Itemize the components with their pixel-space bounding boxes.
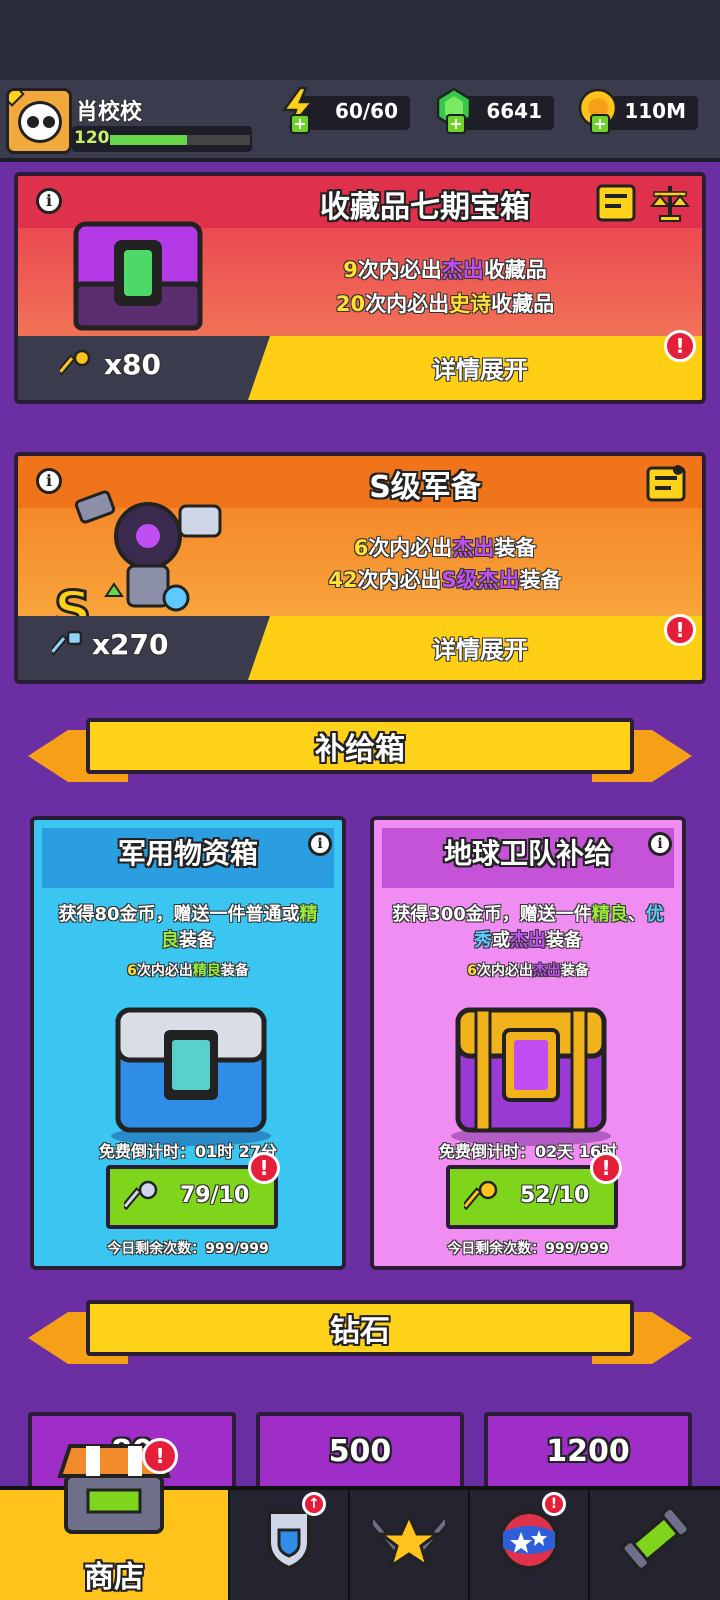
pity-line-2: 42次内必出S级杰出装备 [328, 568, 562, 592]
tab-equipment[interactable] [230, 1490, 350, 1600]
status-strip [0, 0, 720, 80]
free-timer: 免费倒计时：02天 16时 [438, 1142, 618, 1161]
list-board-icon[interactable] [644, 462, 688, 504]
level-box: 120 [72, 126, 252, 152]
tab-battle[interactable] [350, 1490, 470, 1600]
details-button-label: 详情展开 [432, 636, 528, 664]
info-icon[interactable]: i [648, 832, 672, 856]
remaining-count: 今日剩余次数：999/999 [447, 1241, 609, 1257]
card-footer: x270 详情展开 [18, 616, 702, 680]
tab-shop-label: 商店 [84, 1560, 144, 1595]
card-footer: x80 详情展开 [18, 336, 702, 400]
purple-chest-icon [73, 221, 203, 331]
list-board-icon[interactable] [594, 182, 638, 224]
card-title: 收藏品七期宝箱 [320, 190, 530, 225]
alert-badge: ! [664, 614, 696, 646]
free-timer: 免费倒计时：01时 27分 [98, 1142, 278, 1161]
supply-pity: 6次内必出精良装备 [127, 963, 249, 979]
gold-purple-chest-icon [451, 1007, 611, 1146]
add-coin-icon[interactable]: + [590, 114, 610, 134]
gem-value: 6641 [486, 99, 542, 123]
info-icon[interactable]: i [36, 188, 62, 214]
supply-pity: 6次内必出杰出装备 [467, 963, 589, 979]
gold-key-icon [60, 349, 91, 376]
diamond-pack-tile[interactable]: 1200 [484, 1412, 692, 1492]
upgrade-badge: ↑ [302, 1492, 326, 1516]
details-button-label: 详情展开 [432, 356, 528, 384]
pity-line-1: 9次内必出杰出收藏品 [343, 258, 547, 282]
key-cost: 52/10 [520, 1183, 590, 1208]
player-name: 肖校校 [76, 100, 143, 125]
diamond-pack-tile[interactable]: 500 [256, 1412, 464, 1492]
gold-key-icon [464, 1180, 498, 1211]
supply-description: 获得300金币，赠送一件精良、优秀或杰出装备 [392, 904, 664, 951]
remaining-count: 今日剩余次数：999/999 [107, 1241, 269, 1257]
avatar[interactable] [6, 88, 72, 154]
tab-shop[interactable]: 商店 [0, 1444, 230, 1600]
collection-chest-card: i 收藏品七期宝箱 9次内必出杰出收藏品 20次内必出史诗收藏品 x80 详情展… [14, 172, 706, 404]
diamond-amount: 500 [328, 1434, 392, 1469]
alert-badge: ! [590, 1152, 622, 1184]
star-swords-icon [373, 1512, 445, 1570]
earth-guard-supply-card: 地球卫队补给 i 获得300金币，赠送一件精良、优秀或杰出装备 6次内必出杰出装… [370, 816, 686, 1270]
tab-world[interactable] [470, 1490, 590, 1600]
diamond-section-header: 钻石 [28, 1290, 692, 1382]
xp-bar [110, 135, 250, 145]
supply-section-header: 补给箱 [28, 708, 692, 800]
blue-chest-icon [111, 1007, 271, 1146]
energy-resource[interactable]: + 60/60 [281, 86, 410, 134]
s-gear-card: i S S级军备 6次内必出杰出装备 42次内必出S级杰出装备 x270 详情展… [14, 452, 706, 684]
coin-value: 110M [624, 99, 686, 123]
top-header: 肖校校 120 + 60/60 + 6641 + 110M [0, 80, 720, 162]
supply-description: 获得80金币，赠送一件普通或精良装备 [58, 904, 318, 951]
add-gem-icon[interactable]: + [446, 114, 466, 134]
gem-resource[interactable]: + 6641 [436, 87, 554, 134]
silver-key-icon [124, 1180, 158, 1211]
add-energy-icon[interactable]: + [290, 114, 310, 134]
player-level: 120 [74, 128, 110, 148]
key-count: x80 [104, 348, 162, 381]
bottom-navigation: 商店 [0, 1444, 720, 1600]
silver-key-icon [52, 630, 83, 656]
card-title: S级军备 [369, 470, 481, 505]
supply-title: 军用物资箱 [117, 837, 258, 870]
alert-badge: ! [664, 330, 696, 362]
pity-line-2: 20次内必出史诗收藏品 [335, 292, 555, 316]
scale-icon[interactable] [648, 182, 692, 224]
section-title: 钻石 [330, 1314, 390, 1349]
key-count: x270 [92, 628, 169, 661]
info-icon[interactable]: i [308, 832, 332, 856]
tab-lab[interactable] [590, 1490, 720, 1600]
rank-star-icon [9, 91, 25, 107]
diamond-amount: 1200 [546, 1434, 630, 1469]
pity-line-1: 6次内必出杰出装备 [353, 536, 537, 560]
section-title: 补给箱 [315, 732, 405, 767]
supply-title: 地球卫队补给 [443, 837, 612, 870]
shop-alert-badge: ! [142, 1438, 178, 1474]
key-cost: 79/10 [180, 1183, 250, 1208]
panda-face [18, 101, 62, 143]
alert-badge: ! [248, 1152, 280, 1184]
xp-fill [110, 135, 187, 145]
coin-resource[interactable]: + 110M [578, 88, 698, 134]
gear-bundle-icon: S [53, 490, 222, 636]
military-supply-card: 军用物资箱 i 获得80金币，赠送一件普通或精良装备 6次内必出精良装备 免费倒… [30, 816, 346, 1270]
energy-value: 60/60 [335, 99, 398, 123]
capsule-icon [621, 1506, 690, 1571]
alert-badge: ! [542, 1492, 566, 1516]
